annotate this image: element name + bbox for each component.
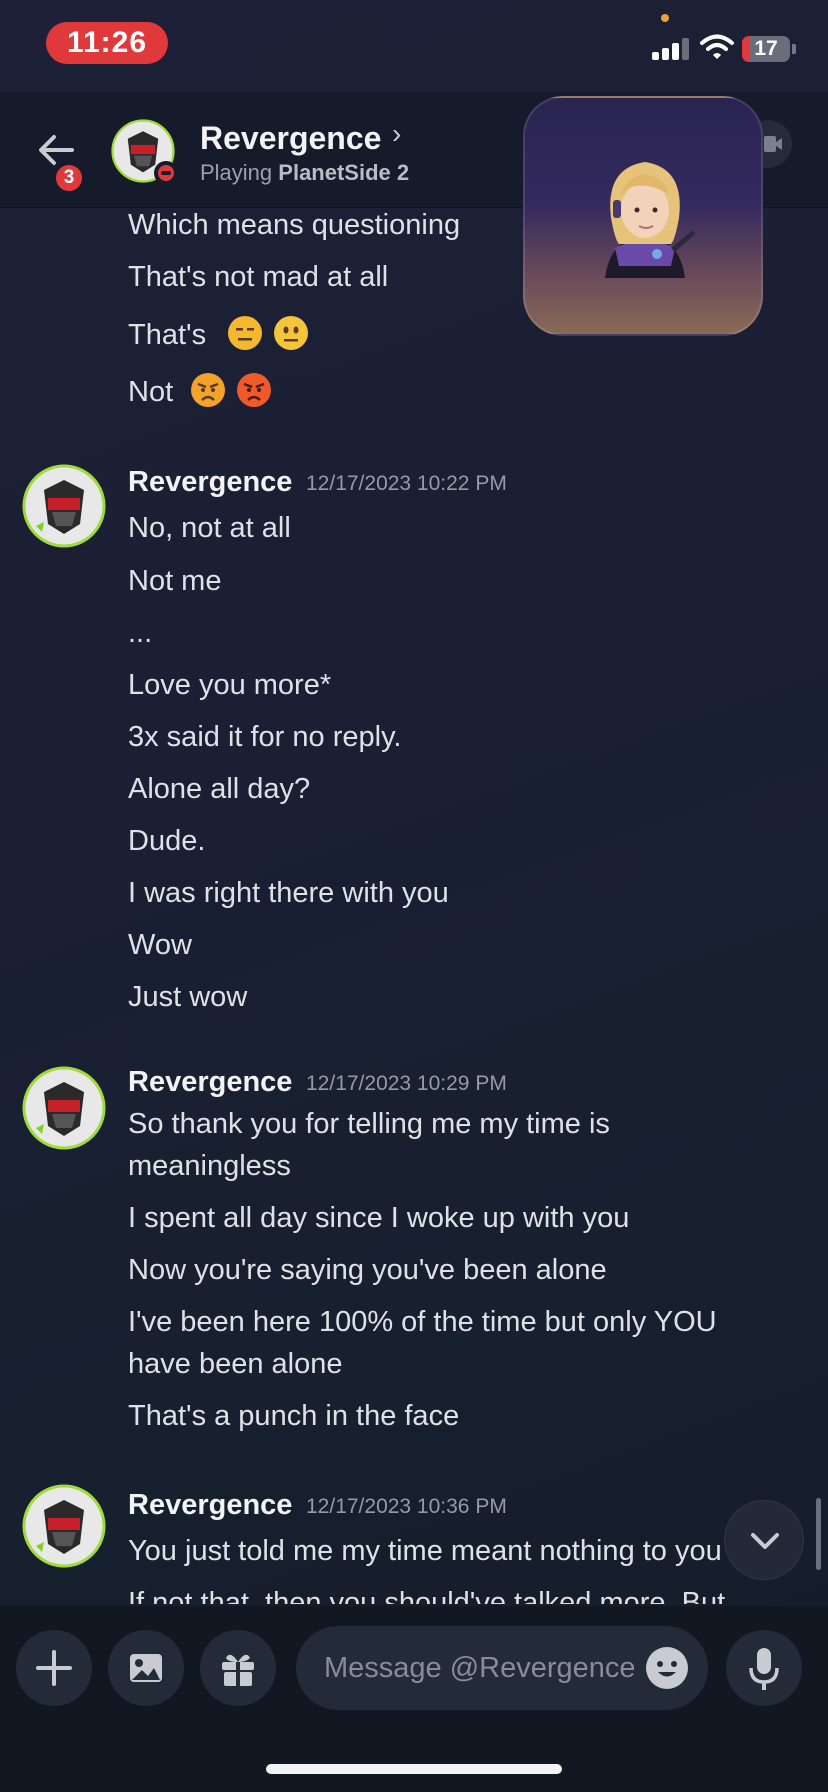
image-picker-button[interactable] (108, 1630, 184, 1706)
streamer-portrait-image (575, 148, 715, 288)
message-line[interactable]: No, not at all (128, 507, 291, 549)
message-timestamp: 12/17/2023 10:29 PM (306, 1072, 507, 1095)
gift-button[interactable] (200, 1630, 276, 1706)
header-username[interactable]: Revergence (200, 120, 381, 157)
activity-prefix: Playing (200, 160, 273, 185)
activity-game: PlanetSide 2 (278, 160, 410, 185)
chevron-right-icon: › (392, 118, 402, 149)
message-line[interactable]: 3x said it for no reply. (128, 716, 401, 758)
plus-icon (36, 1650, 72, 1686)
message-text: That's (128, 319, 207, 351)
message-line[interactable]: That's (128, 314, 309, 356)
message-line[interactable]: So thank you for telling me my time is m… (128, 1103, 768, 1187)
message-line[interactable]: That's not mad at all (128, 256, 388, 298)
chevron-down-icon (751, 1533, 779, 1549)
message-input-container[interactable] (296, 1626, 708, 1710)
message-line[interactable]: Now you're saying you've been alone (128, 1249, 607, 1291)
image-icon (130, 1654, 162, 1682)
message-text: Not (128, 376, 174, 408)
microphone-icon (749, 1648, 779, 1690)
home-indicator[interactable] (266, 1764, 562, 1774)
message-line[interactable]: Dude. (128, 820, 205, 862)
do-not-disturb-status-icon (154, 161, 178, 185)
unread-badge: 3 (53, 162, 85, 194)
jump-to-present-button[interactable] (724, 1500, 804, 1580)
scrollbar[interactable] (816, 1498, 821, 1570)
gift-icon (222, 1654, 254, 1686)
expressionless-face-emoji (228, 316, 263, 350)
message-line[interactable]: Love you more* (128, 664, 331, 706)
message-line[interactable]: Wow (128, 924, 192, 966)
message-line[interactable]: ... (128, 612, 152, 654)
message-line[interactable]: That's a punch in the face (128, 1395, 459, 1437)
message-timestamp: 12/17/2023 10:22 PM (306, 472, 507, 495)
message-author[interactable]: Revergence (128, 1489, 292, 1522)
emoji-icon (646, 1647, 688, 1689)
neutral-face-emoji (274, 316, 309, 350)
picture-in-picture-video[interactable] (523, 96, 763, 336)
message-line[interactable]: Alone all day? (128, 768, 310, 810)
message-line[interactable]: I spent all day since I woke up with you (128, 1197, 629, 1239)
message-line[interactable]: You just told me my time meant nothing t… (128, 1530, 722, 1572)
voice-message-button[interactable] (726, 1630, 802, 1706)
avatar[interactable] (22, 1484, 106, 1568)
avatar[interactable] (22, 464, 106, 548)
activity-status: Playing PlanetSide 2 (200, 160, 409, 186)
message-author[interactable]: Revergence (128, 466, 292, 499)
angry-face-emoji (191, 373, 226, 407)
avatar[interactable] (22, 1066, 106, 1150)
message-line[interactable]: Not (128, 371, 272, 413)
message-line[interactable]: Not me (128, 560, 221, 602)
message-input[interactable] (324, 1626, 634, 1710)
add-attachment-button[interactable] (16, 1630, 92, 1706)
emoji-picker-button[interactable] (644, 1645, 690, 1691)
message-line[interactable]: If not that, then you should've talked m… (128, 1582, 725, 1604)
message-line[interactable]: I've been here 100% of the time but only… (128, 1301, 768, 1385)
message-line[interactable]: Which means questioning (128, 204, 460, 246)
message-line[interactable]: Just wow (128, 976, 247, 1018)
message-author[interactable]: Revergence (128, 1066, 292, 1099)
pouting-face-emoji (237, 373, 272, 407)
message-line[interactable]: I was right there with you (128, 872, 449, 914)
message-timestamp: 12/17/2023 10:36 PM (306, 1495, 507, 1518)
